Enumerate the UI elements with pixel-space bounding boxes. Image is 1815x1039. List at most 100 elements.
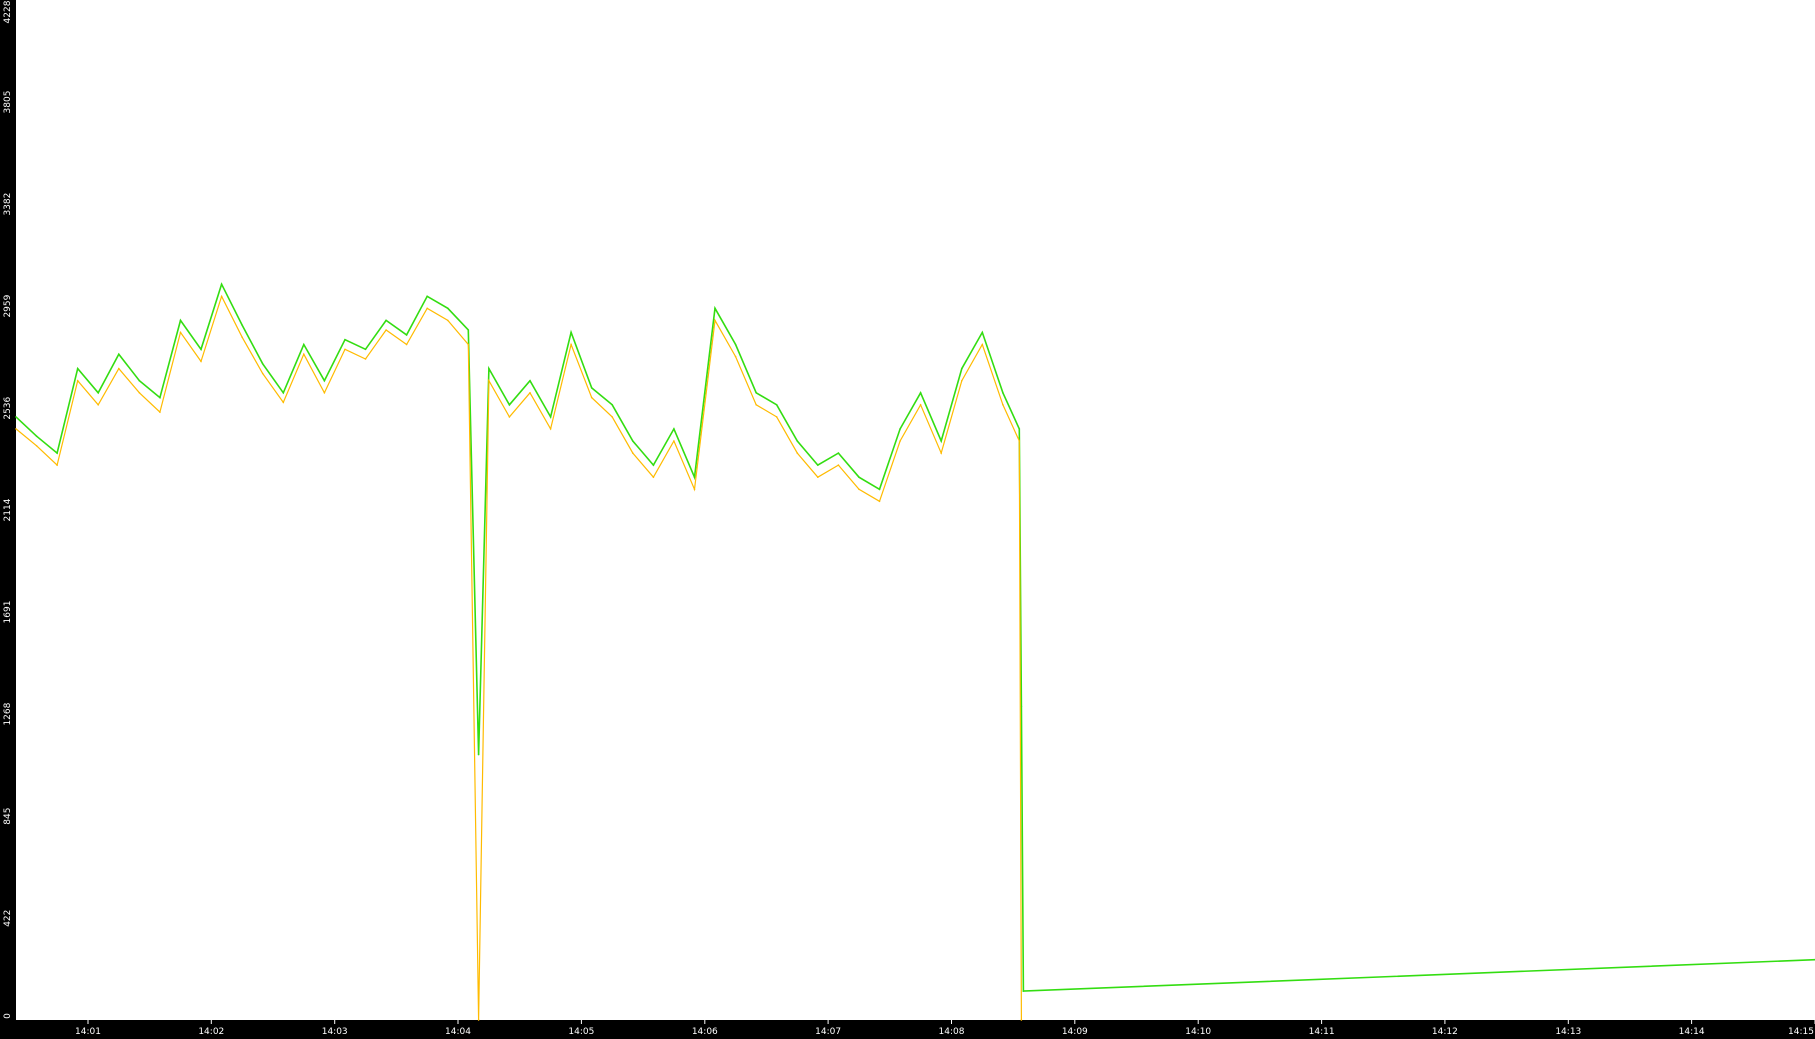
x-tick-label: 14:06 xyxy=(692,1027,718,1037)
data-point xyxy=(323,379,326,382)
data-point xyxy=(1018,428,1021,430)
data-point xyxy=(477,753,480,756)
data-point xyxy=(364,358,367,360)
data-point xyxy=(220,295,223,298)
data-point xyxy=(590,387,593,389)
y-tick-label: 3382 xyxy=(3,193,13,216)
throughput-chart: 042284512681691211425362959338238054228 … xyxy=(3,0,1815,1037)
data-point xyxy=(426,307,429,310)
data-point xyxy=(611,404,613,406)
data-point xyxy=(919,392,922,394)
y-tick-label: 3805 xyxy=(3,91,13,114)
data-point xyxy=(837,452,840,454)
data-point xyxy=(179,319,182,322)
data-point xyxy=(961,379,963,382)
data-point xyxy=(775,416,778,418)
y-tick-label: 1691 xyxy=(3,601,13,624)
data-point xyxy=(159,411,161,413)
data-point xyxy=(796,440,799,442)
data-point xyxy=(878,488,881,491)
data-point xyxy=(1018,440,1021,442)
data-point xyxy=(549,428,552,430)
data-point xyxy=(981,343,984,346)
data-point xyxy=(241,336,243,339)
data-point xyxy=(405,343,408,346)
data-point xyxy=(817,476,819,479)
data-point xyxy=(1002,392,1004,394)
data-point xyxy=(323,392,326,394)
data-point xyxy=(35,435,38,438)
data-point xyxy=(56,464,58,466)
data-point xyxy=(76,379,79,382)
y-tick-label: 845 xyxy=(3,808,13,825)
x-tick-label: 14:10 xyxy=(1185,1027,1211,1037)
x-tick-label: 14:01 xyxy=(75,1027,101,1037)
data-point xyxy=(303,343,305,346)
y-tick-label: 4228 xyxy=(3,0,13,23)
data-point xyxy=(940,440,942,442)
data-point xyxy=(549,416,552,418)
data-point xyxy=(632,440,634,442)
data-point xyxy=(56,452,58,454)
data-point xyxy=(97,392,99,394)
data-point xyxy=(1022,990,1025,992)
data-point xyxy=(570,331,572,334)
data-point xyxy=(590,396,593,399)
data-point xyxy=(138,379,141,382)
data-point xyxy=(508,416,511,418)
y-tick-label: 422 xyxy=(3,910,13,927)
data-point xyxy=(817,464,819,466)
data-point xyxy=(796,452,799,454)
data-point xyxy=(15,416,17,418)
data-point xyxy=(529,379,531,382)
data-point xyxy=(364,348,367,351)
x-tick-label: 14:08 xyxy=(939,1027,965,1037)
data-point xyxy=(1002,404,1004,406)
x-tick-label: 14:04 xyxy=(445,1027,471,1037)
y-tick-label: 0 xyxy=(3,1013,13,1019)
data-point xyxy=(282,392,285,394)
data-point xyxy=(714,307,716,310)
data-point xyxy=(282,401,285,404)
data-point xyxy=(611,416,613,418)
data-point xyxy=(35,445,38,447)
x-tick-label: 14:09 xyxy=(1062,1027,1088,1037)
data-point xyxy=(447,319,449,322)
data-point xyxy=(344,348,346,351)
y-tick-label: 1268 xyxy=(3,702,13,725)
x-tick-label: 14:05 xyxy=(568,1027,594,1037)
x-tick-label: 14:07 xyxy=(815,1027,841,1037)
x-tick-label: 14:03 xyxy=(322,1027,348,1037)
data-point xyxy=(179,331,182,334)
data-point xyxy=(138,392,141,394)
data-point xyxy=(488,379,490,382)
data-point xyxy=(899,440,901,442)
y-tick-label: 2536 xyxy=(3,396,13,419)
data-point xyxy=(734,343,737,346)
data-point xyxy=(529,392,531,394)
data-point xyxy=(405,334,408,336)
y-tick-label: 2114 xyxy=(3,498,13,521)
chart-panel: 0 422 845 1268 1691 2114 2536 2959 3382 3805 4228 … xyxy=(0,0,1815,1039)
data-point xyxy=(76,367,79,370)
data-point xyxy=(467,329,470,331)
data-point xyxy=(734,355,737,358)
data-point xyxy=(200,360,202,363)
data-point xyxy=(118,353,120,356)
data-point xyxy=(673,440,675,442)
data-point xyxy=(220,283,223,286)
data-point xyxy=(508,404,511,406)
x-axis: 14:01 14:02 14:03 14:04 14:05 14:06 14:07 14:08… xyxy=(75,1020,1815,1037)
data-point xyxy=(652,464,655,466)
data-point xyxy=(775,404,778,406)
data-point xyxy=(385,329,387,331)
data-point xyxy=(118,367,120,370)
data-point xyxy=(15,428,17,430)
x-tick-label: 14:14 xyxy=(1679,1027,1705,1037)
data-point xyxy=(961,367,963,370)
data-point xyxy=(467,343,470,346)
data-point xyxy=(673,428,675,430)
data-point xyxy=(426,295,429,298)
data-point xyxy=(878,500,881,503)
x-tick-label: 14:02 xyxy=(198,1027,224,1037)
